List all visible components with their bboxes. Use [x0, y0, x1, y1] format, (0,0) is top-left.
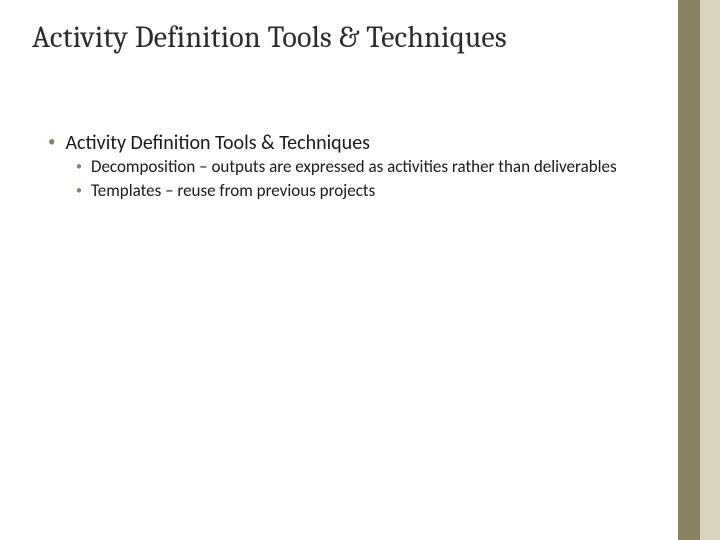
bullet-icon: •: [76, 180, 82, 202]
list-item: • Decomposition – outputs are expressed …: [76, 156, 648, 178]
bullet-level2-group: • Decomposition – outputs are expressed …: [76, 156, 648, 202]
side-accent: [678, 0, 720, 540]
bullet-level2-text: Templates – reuse from previous projects: [91, 180, 375, 202]
slide-content: • Activity Definition Tools & Techniques…: [48, 130, 648, 210]
list-item: • Templates – reuse from previous projec…: [76, 180, 648, 202]
bullet-level1: • Activity Definition Tools & Techniques…: [48, 130, 648, 202]
bullet-icon: •: [76, 156, 82, 178]
slide-title: Activity Definition Tools & Techniques: [32, 20, 507, 55]
bullet-icon: •: [48, 130, 55, 154]
bullet-level1-text: Activity Definition Tools & Techniques: [65, 130, 369, 156]
accent-bar-light: [700, 0, 720, 540]
accent-bar-dark: [678, 0, 700, 540]
slide: Activity Definition Tools & Techniques •…: [0, 0, 720, 540]
bullet-level2-text: Decomposition – outputs are expressed as…: [91, 156, 617, 178]
